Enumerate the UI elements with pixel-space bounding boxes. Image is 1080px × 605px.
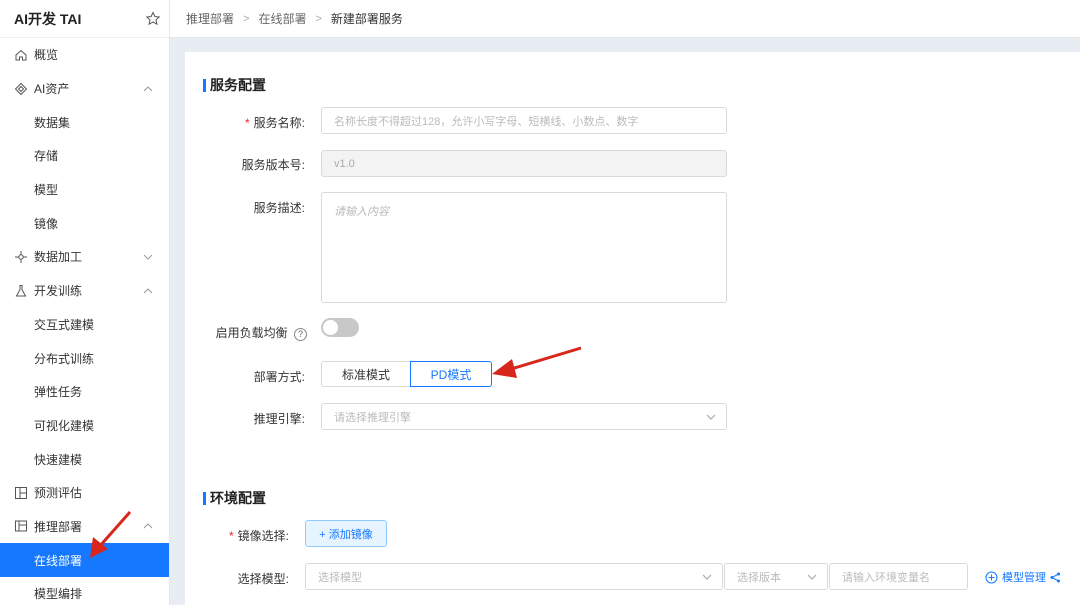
load-balance-label: 启用负载均衡 ? xyxy=(185,324,307,341)
sidebar-item-label: 弹性任务 xyxy=(34,385,83,400)
model-version-select[interactable]: 选择版本 xyxy=(724,563,828,590)
sidebar-item-2[interactable]: 数据集 xyxy=(0,105,169,139)
sidebar-item-13[interactable]: 预测评估 xyxy=(0,476,169,510)
env-var-input[interactable]: 请输入环境变量名 xyxy=(829,563,968,590)
chevron-up-icon xyxy=(143,523,153,529)
chevron-down-icon xyxy=(702,574,712,580)
sidebar-item-6[interactable]: 数据加工 xyxy=(0,240,169,274)
sidebar-item-3[interactable]: 存储 xyxy=(0,139,169,173)
model-manage-text: 模型管理 xyxy=(1002,572,1046,584)
sidebar-item-label: AI资产 xyxy=(34,82,70,97)
service-version-label: 服务版本号: xyxy=(241,158,305,172)
sidebar-item-8[interactable]: 交互式建模 xyxy=(0,308,169,342)
star-icon[interactable] xyxy=(145,10,161,27)
env-var-placeholder: 请输入环境变量名 xyxy=(842,571,930,584)
sidebar-item-label: 数据集 xyxy=(34,115,71,130)
plus-circle-icon xyxy=(985,571,998,583)
breadcrumb: 推理部署 > 在线部署 > 新建部署服务 xyxy=(170,0,1080,38)
sidebar-item-7[interactable]: 开发训练 xyxy=(0,274,169,308)
sidebar-item-15[interactable]: 在线部署 xyxy=(0,543,169,577)
sidebar-item-label: 分布式训练 xyxy=(34,351,95,366)
model-manage-link[interactable]: 模型管理 xyxy=(985,569,1061,585)
sidebar-item-label: 存储 xyxy=(34,149,59,164)
sidebar-item-label: 预测评估 xyxy=(34,486,83,501)
model-select[interactable]: 选择模型 xyxy=(305,563,723,590)
model-select-label: 选择模型: xyxy=(237,572,289,586)
service-version-value: v1.0 xyxy=(334,157,355,170)
service-name-placeholder: 名称长度不得超过128，允许小写字母、短横线、小数点、数字 xyxy=(334,115,639,128)
sidebar-item-5[interactable]: 镜像 xyxy=(0,206,169,240)
sidebar-item-16[interactable]: 模型编排 xyxy=(0,577,169,605)
sidebar-item-label: 可视化建模 xyxy=(34,418,95,433)
sidebar-header: AI开发 TAI xyxy=(0,0,169,38)
share-icon xyxy=(1050,572,1060,582)
sidebar-item-4[interactable]: 模型 xyxy=(0,173,169,207)
sidebar-item-1[interactable]: AI资产 xyxy=(0,72,169,106)
main-content: 服务配置 * 服务名称: 名称长度不得超过128，允许小写字母、短横线、小数点、数… xyxy=(185,52,1080,605)
deploy-mode-pd[interactable]: PD模式 xyxy=(410,361,492,387)
inference-engine-placeholder: 请选择推理引擎 xyxy=(334,411,411,424)
help-icon[interactable]: ? xyxy=(294,328,307,341)
add-image-button[interactable]: + 添加镜像 xyxy=(305,520,387,547)
sidebar-item-label: 概览 xyxy=(34,48,59,63)
title-accent-bar xyxy=(203,78,206,92)
service-desc-label: 服务描述: xyxy=(253,201,305,215)
inference-engine-label: 推理引擎: xyxy=(253,412,305,426)
service-name-input[interactable]: 名称长度不得超过128，允许小写字母、短横线、小数点、数字 xyxy=(321,107,727,134)
app-title: AI开发 TAI xyxy=(14,10,82,27)
title-accent-bar xyxy=(203,491,206,505)
sidebar-item-label: 交互式建模 xyxy=(34,317,95,332)
sidebar-item-label: 镜像 xyxy=(34,216,59,231)
chevron-down-icon xyxy=(706,414,716,420)
sidebar-item-label: 模型 xyxy=(34,183,59,198)
deploy-icon xyxy=(15,520,27,532)
chevron-up-icon xyxy=(143,287,153,294)
sidebar-item-label: 在线部署 xyxy=(34,553,83,568)
breadcrumb-item-inference[interactable]: 推理部署 xyxy=(186,10,234,27)
sidebar: AI开发 TAI 概览 AI资产数据集存储模型镜像数据加工开发训练交互式建模分布式… xyxy=(0,0,170,605)
flask-icon xyxy=(15,284,27,297)
sidebar-item-label: 开发训练 xyxy=(34,284,83,299)
sidebar-item-label: 模型编排 xyxy=(34,587,83,602)
sidebar-item-label: 数据加工 xyxy=(34,250,83,265)
deploy-mode-standard[interactable]: 标准模式 xyxy=(321,361,411,387)
toggle-knob xyxy=(323,320,338,335)
sidebar-item-label: 快速建模 xyxy=(34,452,83,467)
sidebar-item-0[interactable]: 概览 xyxy=(0,38,169,72)
breadcrumb-item-current: 新建部署服务 xyxy=(330,12,403,26)
layout-icon xyxy=(15,486,27,499)
sidebar-item-10[interactable]: 弹性任务 xyxy=(0,375,169,409)
section-title-service: 服务配置 xyxy=(203,75,266,95)
breadcrumb-item-online[interactable]: 在线部署 xyxy=(258,10,306,27)
sidebar-item-14[interactable]: 推理部署 xyxy=(0,510,169,544)
sidebar-item-label: 推理部署 xyxy=(34,519,83,534)
sidebar-item-9[interactable]: 分布式训练 xyxy=(0,341,169,375)
service-desc-placeholder: 请输入内容 xyxy=(334,206,389,218)
section-title-env: 环境配置 xyxy=(203,488,266,508)
deploy-mode-label: 部署方式: xyxy=(253,370,305,384)
sidebar-item-11[interactable]: 可视化建模 xyxy=(0,409,169,443)
chevron-right-icon: > xyxy=(243,12,250,25)
cross-icon xyxy=(15,250,27,263)
service-version-input: v1.0 xyxy=(321,150,727,177)
diamond-icon xyxy=(14,82,28,95)
chevron-up-icon xyxy=(143,85,153,91)
chevron-right-icon: > xyxy=(315,12,322,25)
image-select-label: * 镜像选择: xyxy=(228,529,289,543)
sidebar-nav: 概览 AI资产数据集存储模型镜像数据加工开发训练交互式建模分布式训练弹性任务可视化… xyxy=(0,38,169,605)
inference-engine-select[interactable]: 请选择推理引擎 xyxy=(321,403,727,430)
model-select-placeholder: 选择模型 xyxy=(318,571,362,584)
chevron-down-icon xyxy=(807,574,817,580)
service-desc-textarea[interactable]: 请输入内容 xyxy=(321,192,727,303)
model-version-placeholder: 选择版本 xyxy=(737,571,781,584)
section-title-text: 环境配置 xyxy=(210,490,266,506)
sidebar-item-12[interactable]: 快速建模 xyxy=(0,442,169,476)
chevron-down-icon xyxy=(143,254,153,260)
load-balance-toggle[interactable] xyxy=(321,318,359,337)
service-name-label: * 服务名称: xyxy=(244,116,305,130)
home-icon xyxy=(15,49,27,61)
section-title-text: 服务配置 xyxy=(210,77,266,93)
